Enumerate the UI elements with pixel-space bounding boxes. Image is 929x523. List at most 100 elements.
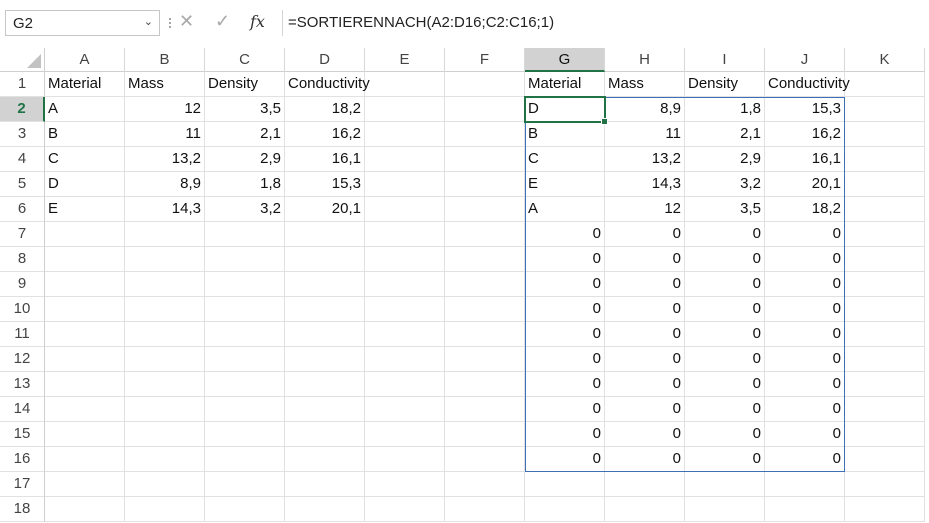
cell[interactable] xyxy=(845,447,925,472)
sorted-table-header[interactable]: Conductivity xyxy=(765,72,850,97)
cell[interactable] xyxy=(365,347,445,372)
sorted-table-cell[interactable]: 0 xyxy=(765,222,845,247)
cell[interactable] xyxy=(685,497,765,522)
cell[interactable] xyxy=(45,372,125,397)
cell[interactable] xyxy=(365,72,445,97)
column-header-c[interactable]: C xyxy=(205,48,285,72)
cancel-icon[interactable]: ✕ xyxy=(179,11,194,32)
sorted-table-cell[interactable]: 0 xyxy=(685,347,765,372)
source-table-cell[interactable]: E xyxy=(45,197,125,222)
sorted-table-cell[interactable]: 14,3 xyxy=(605,172,685,197)
cell[interactable] xyxy=(365,222,445,247)
source-table-cell[interactable]: 1,8 xyxy=(205,172,285,197)
row-header-7[interactable]: 7 xyxy=(0,222,45,247)
row-header-4[interactable]: 4 xyxy=(0,147,45,172)
cell[interactable] xyxy=(285,372,365,397)
cell[interactable] xyxy=(445,397,525,422)
sorted-table-cell[interactable]: 0 xyxy=(525,447,605,472)
sorted-table-cell[interactable]: 12 xyxy=(605,197,685,222)
sorted-table-cell[interactable]: 0 xyxy=(605,322,685,347)
source-table-cell[interactable]: C xyxy=(45,147,125,172)
sorted-table-cell[interactable]: 8,9 xyxy=(605,97,685,122)
sorted-table-header[interactable]: Density xyxy=(685,72,765,97)
source-table-cell[interactable]: 16,1 xyxy=(285,147,365,172)
cell[interactable] xyxy=(445,472,525,497)
cell[interactable] xyxy=(845,372,925,397)
sorted-table-cell[interactable]: 0 xyxy=(765,322,845,347)
cell[interactable] xyxy=(845,122,925,147)
cell[interactable] xyxy=(285,272,365,297)
sorted-table-cell[interactable]: 3,2 xyxy=(685,172,765,197)
source-table-cell[interactable]: 14,3 xyxy=(125,197,205,222)
select-all-button[interactable] xyxy=(0,48,45,72)
sorted-table-cell[interactable]: 0 xyxy=(765,297,845,322)
worksheet-grid[interactable]: A B C D E F G H I J K 1 2 3 4 5 6 7 8 9 10 11 12 13 14 15 16 17 18 Ma… xyxy=(0,48,929,523)
cell[interactable] xyxy=(525,497,605,522)
cell[interactable] xyxy=(445,222,525,247)
row-header-6[interactable]: 6 xyxy=(0,197,45,222)
sorted-table-cell[interactable]: 0 xyxy=(685,222,765,247)
cell[interactable] xyxy=(845,347,925,372)
cell[interactable] xyxy=(205,447,285,472)
row-header-8[interactable]: 8 xyxy=(0,247,45,272)
source-table-cell[interactable]: 15,3 xyxy=(285,172,365,197)
sorted-table-cell[interactable]: 0 xyxy=(605,397,685,422)
cell[interactable] xyxy=(365,322,445,347)
formula-input[interactable]: =SORTIERENNACH(A2:D16;C2:C16;1) xyxy=(282,10,929,36)
cell[interactable] xyxy=(365,272,445,297)
cell[interactable] xyxy=(365,197,445,222)
sorted-table-cell[interactable]: 0 xyxy=(685,272,765,297)
cell[interactable] xyxy=(285,297,365,322)
sorted-table-cell[interactable]: 0 xyxy=(765,372,845,397)
cell[interactable] xyxy=(205,497,285,522)
column-header-j[interactable]: J xyxy=(765,48,845,72)
source-table-cell[interactable]: 11 xyxy=(125,122,205,147)
column-header-i[interactable]: I xyxy=(685,48,765,72)
sorted-table-cell[interactable]: B xyxy=(525,122,605,147)
cell[interactable] xyxy=(45,347,125,372)
sorted-table-cell[interactable]: 0 xyxy=(605,297,685,322)
cell[interactable] xyxy=(845,172,925,197)
column-header-k[interactable]: K xyxy=(845,48,925,72)
cell[interactable] xyxy=(285,347,365,372)
cell[interactable] xyxy=(845,297,925,322)
sorted-table-cell[interactable]: 15,3 xyxy=(765,97,845,122)
cell[interactable] xyxy=(445,347,525,372)
cell[interactable] xyxy=(445,272,525,297)
sorted-table-cell[interactable]: 0 xyxy=(685,247,765,272)
cell[interactable] xyxy=(205,347,285,372)
sorted-table-cell[interactable]: 0 xyxy=(685,372,765,397)
row-header-10[interactable]: 10 xyxy=(0,297,45,322)
cell[interactable] xyxy=(285,222,365,247)
cell[interactable] xyxy=(285,497,365,522)
cell[interactable] xyxy=(205,272,285,297)
cell[interactable] xyxy=(45,497,125,522)
cell[interactable] xyxy=(285,472,365,497)
row-header-17[interactable]: 17 xyxy=(0,472,45,497)
cell[interactable] xyxy=(445,72,525,97)
sorted-table-cell[interactable]: 0 xyxy=(765,422,845,447)
source-table-cell[interactable]: 12 xyxy=(125,97,205,122)
cell[interactable] xyxy=(525,472,605,497)
row-header-5[interactable]: 5 xyxy=(0,172,45,197)
sorted-table-cell[interactable]: 11 xyxy=(605,122,685,147)
cell[interactable] xyxy=(765,497,845,522)
cell[interactable] xyxy=(125,497,205,522)
sorted-table-cell[interactable]: 16,1 xyxy=(765,147,845,172)
cell[interactable] xyxy=(45,397,125,422)
sorted-table-cell[interactable]: 0 xyxy=(685,447,765,472)
sorted-table-cell[interactable]: 2,9 xyxy=(685,147,765,172)
cell[interactable] xyxy=(365,472,445,497)
cell[interactable] xyxy=(445,297,525,322)
sorted-table-cell[interactable]: 0 xyxy=(605,422,685,447)
cell[interactable] xyxy=(365,422,445,447)
row-header-15[interactable]: 15 xyxy=(0,422,45,447)
insert-function-icon[interactable]: fx xyxy=(250,12,265,31)
source-table-cell[interactable]: D xyxy=(45,172,125,197)
cell[interactable] xyxy=(205,322,285,347)
cell[interactable] xyxy=(845,272,925,297)
cell[interactable] xyxy=(685,472,765,497)
cell[interactable] xyxy=(125,472,205,497)
cell[interactable] xyxy=(845,247,925,272)
column-header-f[interactable]: F xyxy=(445,48,525,72)
